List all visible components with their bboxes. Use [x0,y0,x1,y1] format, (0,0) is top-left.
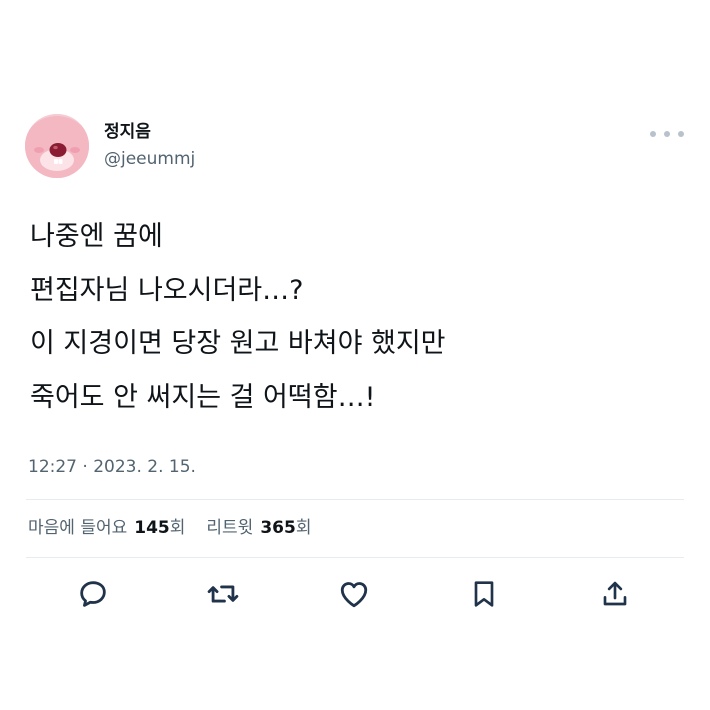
retweets-suffix: 회 [295,518,312,538]
tweet-stats: 마음에 들어요 145 회 리트윗 365 회 [28,515,311,541]
beaver-face-icon [25,114,89,178]
more-options-icon[interactable] [650,125,684,143]
tweet-line: 죽어도 안 써지는 걸 어떡함…! [30,381,376,413]
tweet-card: 정지음 @jeeummj 나중엔 꿈에 편집자님 나오시더라…? 이 지경이면 … [0,0,710,710]
reply-button[interactable] [75,576,111,612]
like-button[interactable] [336,576,372,612]
tweet-text: 나중엔 꿈에 편집자님 나오시더라…? 이 지경이면 당장 원고 바쳐야 했지만… [30,210,680,424]
likes-label: 마음에 들어요 [28,518,128,538]
tweet-line: 편집자님 나오시더라…? [30,274,304,306]
heart-icon [340,582,368,608]
dot [678,131,684,137]
bookmark-button[interactable] [466,576,502,612]
retweets-label: 리트윗 [206,518,254,538]
dot [650,131,656,137]
divider [26,557,684,558]
retweets-count: 365 [260,518,296,538]
avatar[interactable] [25,114,89,178]
retweets-stat[interactable]: 리트윗 365 회 [206,515,311,541]
tweet-timestamp[interactable]: 12:27 · 2023. 2. 15. [28,455,196,479]
tweet-line: 이 지경이면 당장 원고 바쳐야 했지만 [30,328,446,359]
bookmark-icon [474,581,494,607]
share-button[interactable] [597,576,633,612]
divider [26,499,684,500]
display-name[interactable]: 정지음 [104,121,151,143]
share-icon [603,581,627,606]
retweet-button[interactable] [205,576,241,612]
likes-count: 145 [134,518,170,538]
reply-icon [80,581,106,607]
likes-stat[interactable]: 마음에 들어요 145 회 [28,515,185,541]
tweet-line: 나중엔 꿈에 [30,221,163,252]
user-handle[interactable]: @jeeummj [104,148,195,170]
dot [664,131,670,137]
likes-suffix: 회 [169,518,186,538]
retweet-icon [207,585,239,603]
